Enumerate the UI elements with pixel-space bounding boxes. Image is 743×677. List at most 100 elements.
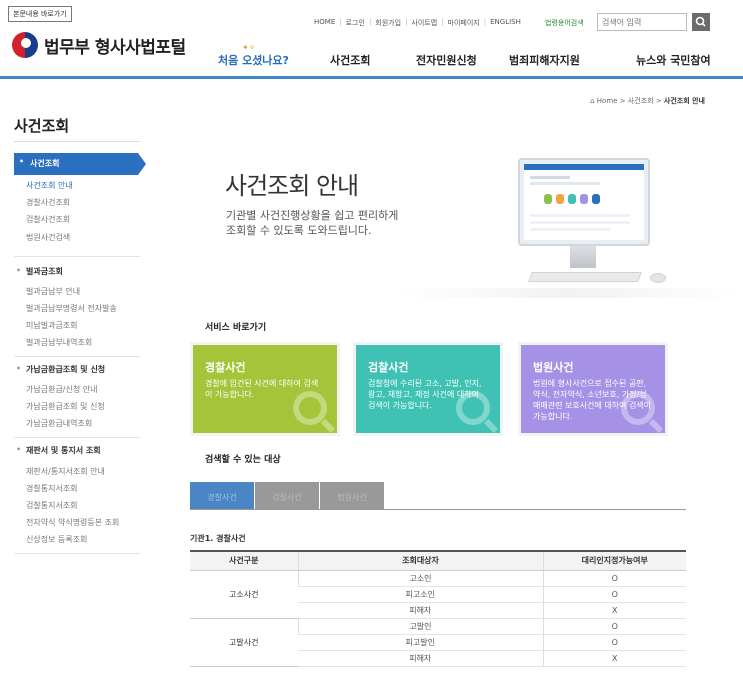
gnb-e-petition[interactable]: 전자민원신청 [416,52,477,68]
table-cell: O [542,570,686,587]
screen-row [530,228,610,231]
utility-menu: HOME | 로그인 | 회원가입 | 사이트맵 | 마이페이지 | ENGLISH [310,18,525,28]
sidebar-item-fine-guide[interactable]: 벌과금납부 안내 [26,286,80,297]
institution-label: 기관1. 경찰사건 [190,534,246,543]
targets-title: 검색할 수 있는 대상 [205,455,281,465]
table-cell: 피고소인 [298,586,543,603]
sidebar-item-court-case[interactable]: 법원사건검색 [26,232,70,243]
sidebar-item-refund-guide[interactable]: 가납금환급/신청 안내 [26,384,97,395]
hero-shadow [400,288,743,298]
mouse-illustration [650,273,666,283]
sidebar-item-summary-order[interactable]: 전자약식 약식명령등본 조회 [26,517,119,528]
col-header: 사건구분 [190,550,298,571]
group-cell: 고발사건 [190,618,298,667]
magnifier-icon [456,391,490,425]
monitor-illustration [518,158,650,246]
table-cell: O [542,586,686,603]
sidebar-item-prosecution-case[interactable]: 검찰사건조회 [26,214,70,225]
table-cell: 피해자 [298,650,543,667]
util-english-link[interactable]: ENGLISH [486,18,525,28]
page-title: 사건조회 안내 [225,172,359,200]
sparkle-icon: ✦✧ [242,43,256,52]
sidebar-item-unpaid-fine[interactable]: 미납벌과금조회 [26,320,78,331]
sidebar-divider [14,356,140,357]
sidebar-item-refund-apply[interactable]: 가납금환급조회 및 신청 [26,401,105,412]
table-row: 고발사건 고발인 O [190,618,686,667]
screen-dot [592,194,600,204]
screen-header-bar [524,164,644,170]
breadcrumb-mid[interactable]: 사건조회 [628,97,654,105]
sidebar-item-personal-info[interactable]: 신상정보 등록조회 [26,534,87,545]
main-navigation: 처음 오셨나요? 사건조회 전자민원신청 범죄피해자지원 뉴스와 국민참여 [0,52,743,72]
prosecution-case-card[interactable]: 검찰사건 검찰청에 수리된 고소, 고발, 인지, 왕고, 재항고, 재정 사건… [353,342,503,436]
tabs-underline [190,509,686,510]
sidebar-group-fines[interactable]: 벌과금조회 [14,266,63,277]
police-case-card[interactable]: 경찰사건 경찰에 입건된 사건에 대하여 검색이 가능합니다. [190,342,340,436]
screen-row [530,221,630,224]
sidebar-group-judgment[interactable]: 재판서 및 통지서 조회 [14,445,101,456]
gnb-victim-support[interactable]: 범죄피해자지원 [509,52,580,68]
sidebar-item-police-notice[interactable]: 경찰통지서조회 [26,483,78,494]
monitor-screen [524,164,644,240]
magnifier-icon [293,391,327,425]
screen-dot [544,194,552,204]
target-tabs: 경찰사건 검찰사건 법원사건 [190,482,385,510]
search-input[interactable]: 검색어 입력 [597,13,687,31]
home-icon: ⌂ [590,97,595,105]
table-cell: 고소인 [297,570,543,587]
screen-row [530,176,570,179]
util-login-link[interactable]: 로그인 [342,18,369,28]
description-line: 조회할 수 있도록 도와드립니다. [226,224,372,237]
screen-dot [556,194,564,204]
util-signup-link[interactable]: 회원가입 [371,18,405,28]
table-cell: X [542,650,686,667]
breadcrumb: ⌂ Home > 사건조회 > 사건조회 안내 [590,96,705,106]
gnb-first-visit[interactable]: 처음 오셨나요? [218,52,289,68]
sidebar-divider [14,256,140,257]
util-sitemap-link[interactable]: 사이트맵 [407,18,441,28]
sidebar-divider [14,141,140,142]
card-title: 경찰사건 [205,361,246,374]
sidebar-divider [14,553,140,554]
screen-row [530,214,630,217]
tab-court[interactable]: 법원사건 [320,482,384,510]
nav-divider [0,76,743,79]
legal-terms-search-link[interactable]: 법령용어검색 [545,18,584,28]
monitor-stand [570,246,596,268]
sidebar-title: 사건조회 [14,117,70,135]
sidebar-item-fine-history[interactable]: 벌과금납부내역조회 [26,337,92,348]
tab-prosecution[interactable]: 검찰사건 [255,482,319,510]
screen-dot [580,194,588,204]
search-button[interactable] [692,13,710,31]
table-cell: O [542,618,686,635]
magnifier-icon [621,391,655,425]
sidebar-item-prosecution-notice[interactable]: 검찰통지서조회 [26,500,78,511]
util-home-link[interactable]: HOME [310,18,339,28]
sidebar-item-judgment-guide[interactable]: 재판서/통지서조회 안내 [26,466,105,477]
tab-police[interactable]: 경찰사건 [190,482,254,510]
col-header: 조회대상자 [297,550,543,571]
court-case-card[interactable]: 법원사건 법원에 형사사건으로 접수된 공판, 약식, 전자약식, 소년보호, … [518,342,668,436]
sidebar-group-case-inquiry[interactable]: 사건조회 [14,153,146,175]
sidebar-item-case-guide[interactable]: 사건조회 안내 [26,180,73,191]
keyboard-illustration [528,272,642,282]
card-title: 검찰사건 [368,361,409,374]
sidebar-item-police-case[interactable]: 경찰사건조회 [26,197,70,208]
breadcrumb-separator: > [619,97,626,105]
skip-to-content-link[interactable]: 본문내용 바로가기 [8,6,72,22]
search-icon [695,16,706,27]
gnb-case-inquiry[interactable]: 사건조회 [330,52,370,68]
table-cell: 피고발인 [298,634,543,651]
breadcrumb-home[interactable]: Home [597,97,618,105]
services-title: 서비스 바로가기 [205,323,267,333]
table-cell: 고발인 [297,618,543,635]
table-row: 고소사건 고소인 O [190,570,686,619]
card-title: 법원사건 [533,361,574,374]
description-line: 기관별 사건진행상황을 쉽고 편리하게 [226,209,399,222]
sidebar-item-fine-order[interactable]: 벌과금납부명령서 전자발송 [26,303,117,314]
gnb-news[interactable]: 뉴스와 국민참여 [636,52,711,68]
table-header-row: 사건구분 조회대상자 대리인지정가능여부 [190,550,686,571]
util-mypage-link[interactable]: 마이페이지 [444,18,484,28]
sidebar-group-refund[interactable]: 가납금환급조회 및 신청 [14,364,105,375]
sidebar-item-refund-history[interactable]: 가납금환급내역조회 [26,418,92,429]
